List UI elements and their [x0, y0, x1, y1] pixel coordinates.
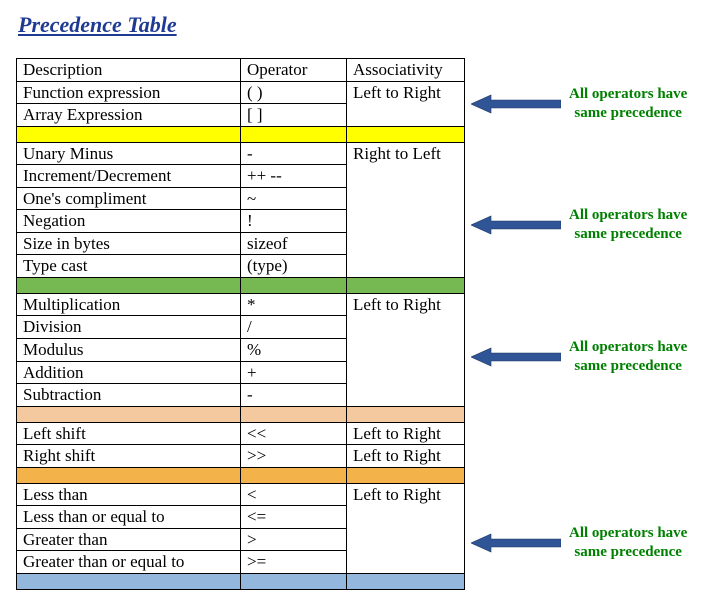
separator-cell	[347, 467, 465, 483]
separator-cell	[347, 277, 465, 293]
cell-operator: %	[241, 339, 347, 362]
cell-description: Subtraction	[17, 384, 241, 407]
separator-cell	[17, 126, 241, 142]
cell-description: Function expression	[17, 81, 241, 104]
cell-operator: >>	[241, 445, 347, 468]
separator-cell	[241, 406, 347, 422]
separator-cell	[347, 126, 465, 142]
header-description: Description	[17, 59, 241, 82]
separator-cell	[241, 467, 347, 483]
arrow-left-icon	[471, 347, 561, 367]
table-row: Multiplication*Left to Right	[17, 293, 465, 316]
separator-cell	[347, 573, 465, 589]
separator-cell	[17, 406, 241, 422]
precedence-table: DescriptionOperatorAssociativityFunction…	[16, 58, 465, 590]
table-row: Function expression( )Left to Right	[17, 81, 465, 104]
separator-cell	[17, 467, 241, 483]
cell-operator: sizeof	[241, 232, 347, 255]
cell-associativity: Right to Left	[347, 142, 465, 277]
cell-associativity: Left to Right	[347, 422, 465, 445]
separator-cell	[17, 277, 241, 293]
table-row: Right shift>>Left to Right	[17, 445, 465, 468]
cell-description: Modulus	[17, 339, 241, 362]
cell-description: Greater than	[17, 528, 241, 551]
cell-operator: <=	[241, 506, 347, 529]
cell-operator: ( )	[241, 81, 347, 104]
table-row: Left shift<<Left to Right	[17, 422, 465, 445]
cell-operator: (type)	[241, 255, 347, 278]
cell-operator: ++ --	[241, 165, 347, 188]
table-row: Unary Minus-Right to Left	[17, 142, 465, 165]
arrow-left-icon	[471, 215, 561, 235]
cell-operator: >=	[241, 551, 347, 574]
cell-description: Unary Minus	[17, 142, 241, 165]
cell-operator: ~	[241, 187, 347, 210]
cell-description: Left shift	[17, 422, 241, 445]
separator-row	[17, 467, 465, 483]
annotation: All operators havesame precedence	[471, 85, 687, 123]
annotation-text: All operators havesame precedence	[569, 85, 687, 123]
cell-description: Size in bytes	[17, 232, 241, 255]
annotation: All operators havesame precedence	[471, 338, 687, 376]
cell-description: Negation	[17, 210, 241, 233]
cell-associativity: Left to Right	[347, 483, 465, 573]
cell-description: Right shift	[17, 445, 241, 468]
separator-cell	[241, 126, 347, 142]
arrow-left-icon	[471, 533, 561, 553]
cell-operator: >	[241, 528, 347, 551]
annotation-text: All operators havesame precedence	[569, 206, 687, 244]
separator-cell	[17, 573, 241, 589]
separator-cell	[241, 277, 347, 293]
cell-associativity: Left to Right	[347, 293, 465, 406]
header-row: DescriptionOperatorAssociativity	[17, 59, 465, 82]
cell-operator: <	[241, 483, 347, 506]
separator-row	[17, 277, 465, 293]
cell-associativity: Left to Right	[347, 81, 465, 126]
content-wrap: DescriptionOperatorAssociativityFunction…	[16, 58, 700, 590]
annotation: All operators havesame precedence	[471, 524, 687, 562]
page-title: Precedence Table	[18, 12, 700, 38]
cell-operator: -	[241, 384, 347, 407]
header-associativity: Associativity	[347, 59, 465, 82]
cell-operator: -	[241, 142, 347, 165]
annotation: All operators havesame precedence	[471, 206, 687, 244]
cell-operator: +	[241, 361, 347, 384]
cell-description: Less than	[17, 483, 241, 506]
header-operator: Operator	[241, 59, 347, 82]
cell-description: Type cast	[17, 255, 241, 278]
cell-description: Division	[17, 316, 241, 339]
annotation-text: All operators havesame precedence	[569, 338, 687, 376]
separator-cell	[347, 406, 465, 422]
cell-operator: /	[241, 316, 347, 339]
cell-associativity: Left to Right	[347, 445, 465, 468]
cell-operator: [ ]	[241, 104, 347, 127]
arrow-left-icon	[471, 94, 561, 114]
cell-description: Increment/Decrement	[17, 165, 241, 188]
cell-description: Less than or equal to	[17, 506, 241, 529]
cell-description: Greater than or equal to	[17, 551, 241, 574]
separator-row	[17, 406, 465, 422]
cell-description: Multiplication	[17, 293, 241, 316]
cell-operator: *	[241, 293, 347, 316]
separator-row	[17, 573, 465, 589]
separator-row	[17, 126, 465, 142]
annotation-text: All operators havesame precedence	[569, 524, 687, 562]
cell-description: Array Expression	[17, 104, 241, 127]
table-row: Less than<Left to Right	[17, 483, 465, 506]
cell-operator: <<	[241, 422, 347, 445]
cell-description: Addition	[17, 361, 241, 384]
cell-description: One's compliment	[17, 187, 241, 210]
cell-operator: !	[241, 210, 347, 233]
separator-cell	[241, 573, 347, 589]
